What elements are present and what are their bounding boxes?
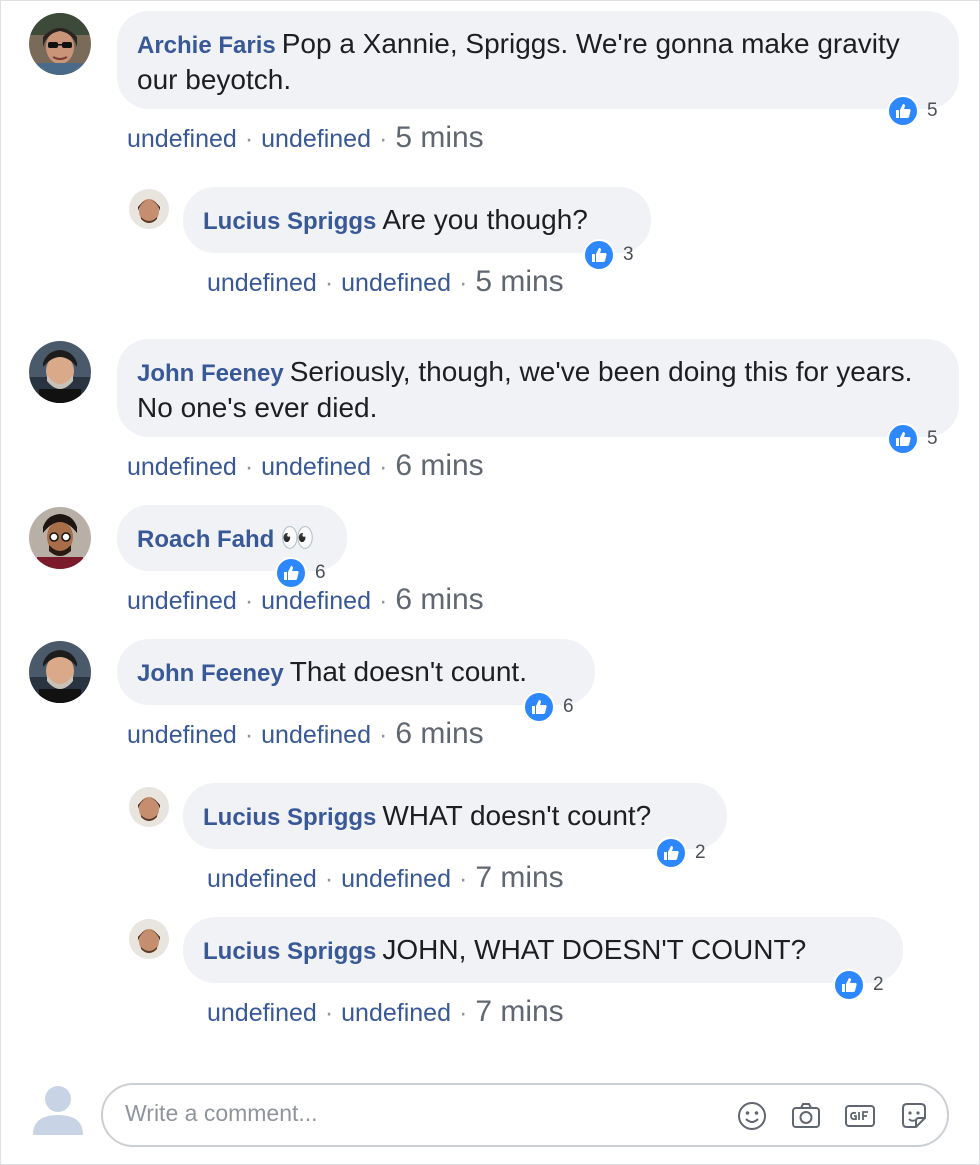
separator-dot: · [324, 865, 334, 893]
comment-author[interactable]: Roach Fahd [137, 526, 274, 553]
separator-dot: · [244, 125, 254, 153]
comment-text: JOHN, WHAT DOESN'T COUNT? [382, 934, 807, 965]
reaction-count: 3 [623, 244, 634, 265]
comment-actions: undefined · undefined · 7 mins [207, 861, 564, 895]
action-link-1[interactable]: undefined [207, 865, 317, 893]
comment-author[interactable]: Lucius Spriggs [203, 938, 376, 965]
default-avatar-icon [27, 1081, 89, 1135]
sticker-icon[interactable] [897, 1099, 931, 1133]
avatar[interactable] [129, 787, 169, 827]
reaction-count: 6 [315, 562, 326, 583]
comment-input-placeholder: Write a comment... [125, 1100, 318, 1126]
comment-actions: undefined · undefined · 5 mins [127, 121, 484, 155]
action-link-2[interactable]: undefined [261, 721, 371, 749]
like-reaction-icon [523, 691, 555, 723]
comment-timestamp[interactable]: 5 mins [475, 265, 563, 298]
reaction-summary[interactable]: 5 [887, 95, 938, 127]
action-link-2[interactable]: undefined [341, 999, 451, 1027]
comment-input[interactable]: Write a comment... [101, 1083, 949, 1147]
gif-icon[interactable] [843, 1099, 877, 1133]
separator-dot: · [458, 865, 468, 893]
like-reaction-icon [655, 837, 687, 869]
reaction-count: 6 [563, 696, 574, 717]
separator-dot: · [244, 587, 254, 615]
separator-dot: · [324, 269, 334, 297]
avatar[interactable] [29, 641, 91, 703]
reaction-count: 2 [873, 974, 884, 995]
comment-timestamp[interactable]: 7 mins [475, 861, 563, 894]
action-link-2[interactable]: undefined [261, 453, 371, 481]
like-reaction-icon [583, 239, 615, 271]
reaction-count: 5 [927, 428, 938, 449]
action-link-1[interactable]: undefined [207, 999, 317, 1027]
comment-bubble: Lucius Spriggs JOHN, WHAT DOESN'T COUNT? [183, 917, 903, 983]
reaction-summary[interactable]: 2 [655, 837, 706, 869]
comment-bubble: John Feeney Seriously, though, we've been… [117, 339, 959, 437]
comment-actions: undefined · undefined · 6 mins [127, 449, 484, 483]
reaction-count: 5 [927, 100, 938, 121]
reaction-count: 2 [695, 842, 706, 863]
comment-timestamp[interactable]: 7 mins [475, 995, 563, 1028]
like-reaction-icon [887, 423, 919, 455]
comment-actions: undefined · undefined · 5 mins [207, 265, 564, 299]
comment-author[interactable]: Archie Faris [137, 32, 276, 59]
comment-text: That doesn't count. [289, 656, 527, 687]
comment-timestamp[interactable]: 6 mins [395, 583, 483, 616]
reaction-summary[interactable]: 6 [523, 691, 574, 723]
emoji-icon[interactable] [735, 1099, 769, 1133]
comment-author[interactable]: John Feeney [137, 360, 284, 387]
comment-actions: undefined · undefined · 7 mins [207, 995, 564, 1029]
action-link-1[interactable]: undefined [127, 125, 237, 153]
separator-dot: · [244, 721, 254, 749]
comment-author[interactable]: John Feeney [137, 660, 284, 687]
avatar[interactable] [29, 341, 91, 403]
reaction-summary[interactable]: 2 [833, 969, 884, 1001]
action-link-2[interactable]: undefined [261, 125, 371, 153]
action-link-1[interactable]: undefined [127, 453, 237, 481]
comment-author[interactable]: Lucius Spriggs [203, 208, 376, 235]
comment-timestamp[interactable]: 5 mins [395, 121, 483, 154]
comment-actions: undefined · undefined · 6 mins [127, 583, 484, 617]
camera-icon[interactable] [789, 1099, 823, 1133]
like-reaction-icon [833, 969, 865, 1001]
avatar[interactable] [29, 507, 91, 569]
comment-actions: undefined · undefined · 6 mins [127, 717, 484, 751]
action-link-1[interactable]: undefined [127, 587, 237, 615]
separator-dot: · [458, 999, 468, 1027]
comment-bubble: Lucius Spriggs WHAT doesn't count? [183, 783, 727, 849]
separator-dot: · [324, 999, 334, 1027]
action-link-2[interactable]: undefined [341, 865, 451, 893]
separator-dot: · [378, 721, 388, 749]
action-link-2[interactable]: undefined [261, 587, 371, 615]
like-reaction-icon [887, 95, 919, 127]
comment-text: WHAT doesn't count? [382, 800, 652, 831]
comment-timestamp[interactable]: 6 mins [395, 717, 483, 750]
reaction-summary[interactable]: 5 [887, 423, 938, 455]
action-link-1[interactable]: undefined [127, 721, 237, 749]
reaction-summary[interactable]: 3 [583, 239, 634, 271]
comment-bubble: Archie Faris Pop a Xannie, Spriggs. We're… [117, 11, 959, 109]
comment-text: Are you though? [382, 204, 588, 235]
separator-dot: · [378, 587, 388, 615]
action-link-2[interactable]: undefined [341, 269, 451, 297]
separator-dot: · [458, 269, 468, 297]
comment-bubble: Lucius Spriggs Are you though? [183, 187, 651, 253]
comment-text: 👀 [280, 522, 316, 553]
comment-timestamp[interactable]: 6 mins [395, 449, 483, 482]
avatar[interactable] [129, 189, 169, 229]
comment-author[interactable]: Lucius Spriggs [203, 804, 376, 831]
avatar[interactable] [129, 919, 169, 959]
avatar[interactable] [29, 13, 91, 75]
comment-thread: Archie Faris Pop a Xannie, Spriggs. We're… [0, 0, 980, 1165]
separator-dot: · [378, 453, 388, 481]
action-link-1[interactable]: undefined [207, 269, 317, 297]
separator-dot: · [378, 125, 388, 153]
separator-dot: · [244, 453, 254, 481]
